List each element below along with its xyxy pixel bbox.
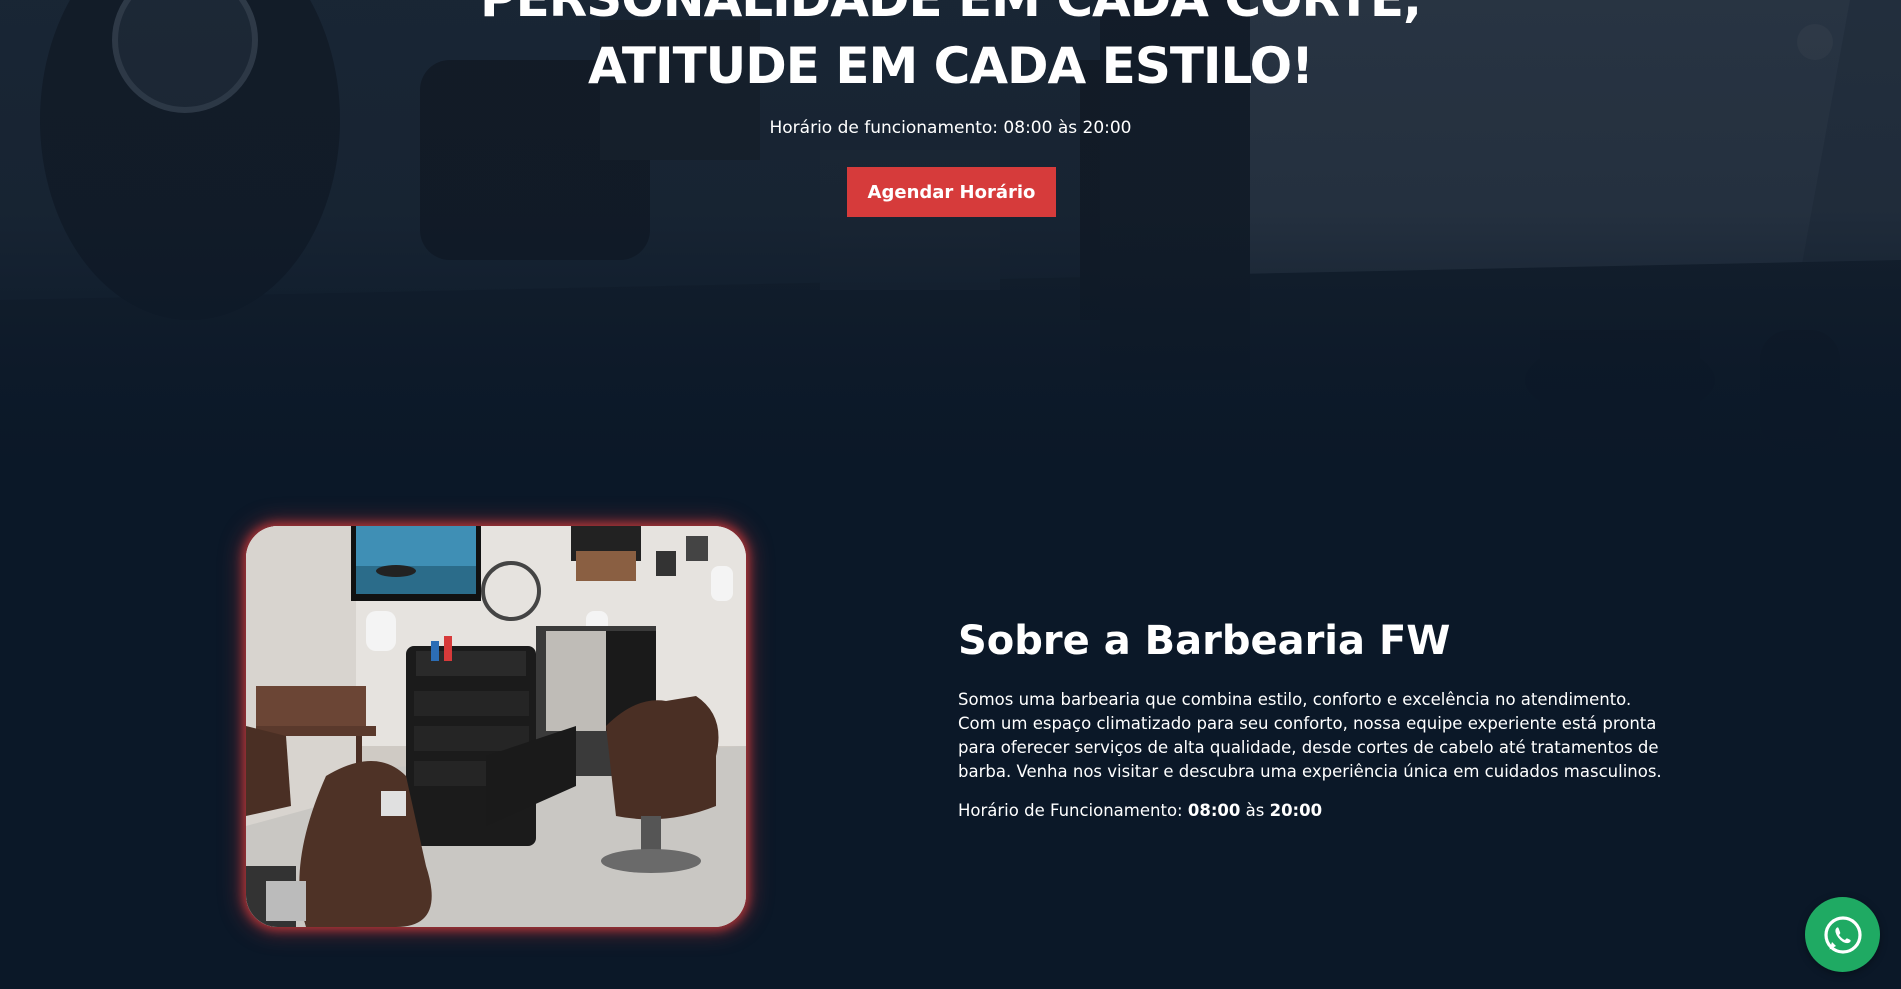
about-title: Sobre a Barbearia FW	[958, 618, 1451, 664]
about-hours-close: 20:00	[1269, 801, 1323, 820]
whatsapp-button[interactable]	[1805, 897, 1880, 972]
about-hours: Horário de Funcionamento: 08:00 às 20:00	[958, 799, 1322, 823]
about-description: Somos uma barbearia que combina estilo, …	[958, 690, 1662, 781]
about-hours-label: Horário de Funcionamento:	[958, 801, 1188, 820]
about-image	[246, 526, 746, 927]
barbershop-chairs-photo	[246, 526, 746, 927]
hero-section: PERSONALIDADE EM CADA CORTE, ATITUDE EM …	[0, 0, 1901, 470]
hero-title-line2: ATITUDE EM CADA ESTILO!	[588, 37, 1314, 95]
about-hours-open: 08:00	[1187, 801, 1241, 820]
about-hours-separator: às	[1240, 801, 1270, 820]
whatsapp-icon	[1823, 915, 1862, 954]
schedule-button[interactable]: Agendar Horário	[847, 167, 1056, 217]
hero-hours-text: Horário de funcionamento: 08:00 às 20:00	[769, 118, 1132, 138]
hero-title-line1: PERSONALIDADE EM CADA CORTE,	[0, 0, 1901, 28]
